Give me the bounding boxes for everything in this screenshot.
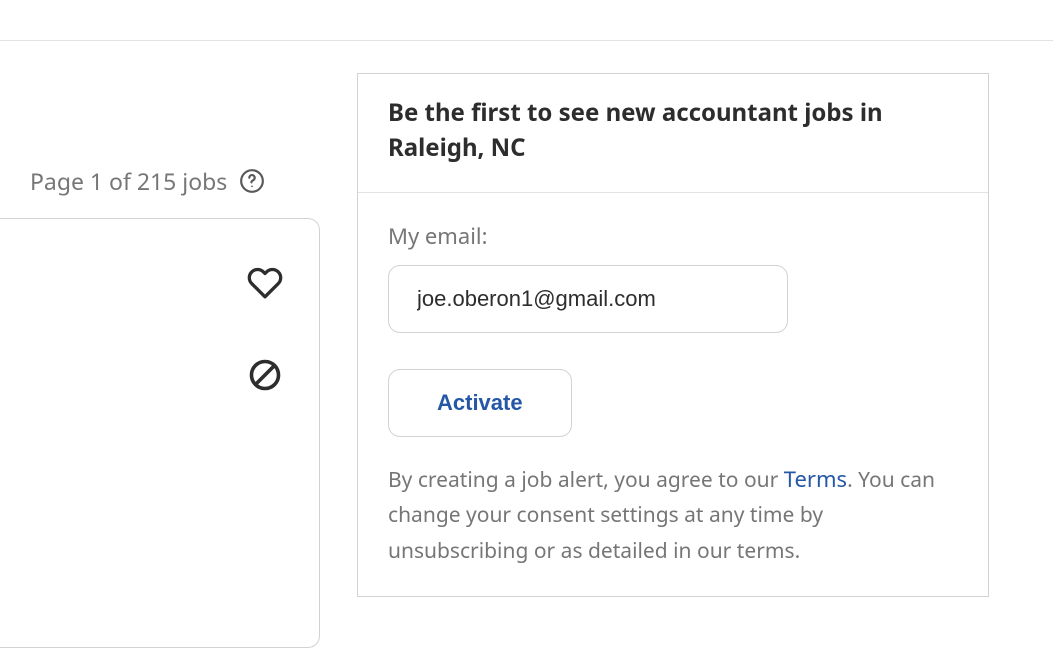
terms-prefix: By creating a job alert, you agree to ou… <box>388 466 784 494</box>
job-description-snippet: nal entries with ding a clear audit <box>0 475 81 554</box>
activate-button[interactable]: Activate <box>388 369 572 437</box>
email-field[interactable] <box>388 265 788 333</box>
help-icon[interactable] <box>239 168 265 194</box>
job-alert-heading: Be the first to see new accountant jobs … <box>388 96 958 166</box>
email-label: My email: <box>388 221 958 251</box>
job-card[interactable]: nal entries with ding a clear audit <box>0 218 320 648</box>
job-desc-line: ding a clear audit <box>0 515 81 555</box>
page-meta-text: Page 1 of 215 jobs <box>30 165 227 197</box>
job-alert-header: Be the first to see new accountant jobs … <box>358 74 988 193</box>
job-alert-card: Be the first to see new accountant jobs … <box>357 73 989 597</box>
top-divider <box>0 40 1053 41</box>
terms-text: By creating a job alert, you agree to ou… <box>388 461 958 570</box>
job-desc-line: nal entries with <box>0 475 81 515</box>
terms-link[interactable]: Terms <box>784 464 847 494</box>
heart-icon[interactable] <box>247 265 283 301</box>
page-meta: Page 1 of 215 jobs <box>30 165 265 197</box>
block-icon[interactable] <box>247 357 283 393</box>
